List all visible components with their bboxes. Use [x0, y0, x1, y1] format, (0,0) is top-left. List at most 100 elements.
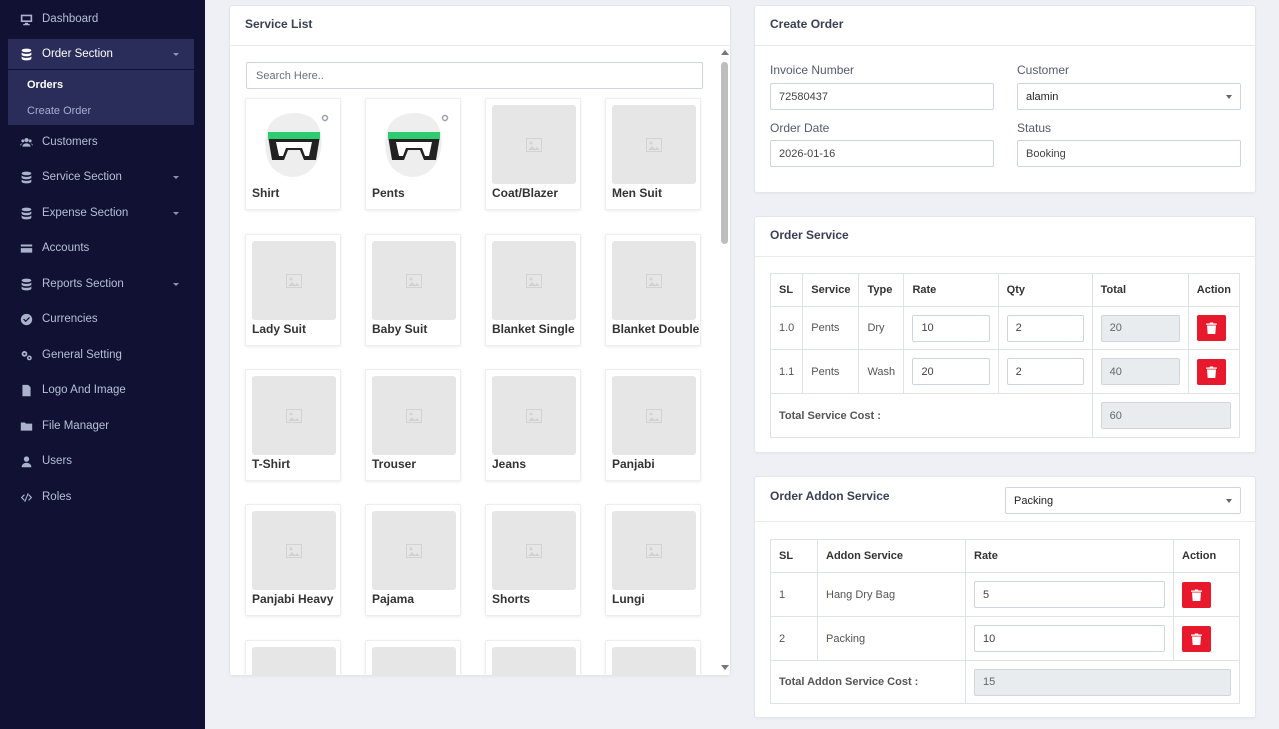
sidebar-item-roles[interactable]: Roles [8, 482, 194, 512]
scroll-thumb[interactable] [721, 62, 728, 244]
col-addon-service: Addon Service [817, 539, 966, 573]
table-header-row: SL Service Type Rate Qty Total Action [769, 273, 1241, 307]
addon-service-select[interactable]: Packing [1005, 487, 1241, 514]
submenu-item-orders[interactable]: Orders [27, 79, 63, 91]
table-row: 1.1 Pents Wash 20 2 40 [769, 349, 1241, 394]
service-name: Lungi [612, 592, 645, 606]
sidebar-item-logo-and-image[interactable]: Logo And Image [8, 375, 194, 405]
service-item[interactable]: Coat/Blazer [485, 98, 581, 210]
rate-cell: 20 [903, 349, 999, 394]
col-rate: Rate [965, 539, 1174, 573]
trash-icon [1205, 322, 1217, 334]
total-service-cost-label: Total Service Cost : [770, 393, 1093, 438]
service-item[interactable]: Jeans [485, 369, 581, 481]
status-field[interactable]: Booking [1017, 140, 1241, 167]
scroll-down-icon[interactable] [721, 665, 729, 670]
service-item[interactable] [485, 640, 581, 675]
gears-icon [18, 347, 34, 363]
service-item[interactable]: Shorts [485, 504, 581, 616]
service-item[interactable]: Lungi [605, 504, 701, 616]
order-date-field[interactable]: 2026-01-16 [770, 140, 994, 167]
service-item[interactable]: Pajama [365, 504, 461, 616]
image-placeholder-icon [612, 511, 696, 590]
delete-button[interactable] [1182, 625, 1211, 652]
service-item[interactable]: Lady Suit [245, 234, 341, 346]
sidebar-item-general-setting[interactable]: General Setting [8, 340, 194, 370]
service-name: Lady Suit [252, 322, 307, 336]
service-name: Blanket Single [492, 322, 575, 336]
addon-service-card: Order Addon Service Packing SL Addon Ser… [754, 476, 1256, 718]
image-placeholder-icon [372, 241, 456, 320]
user-icon [18, 453, 34, 469]
users-icon [18, 134, 34, 150]
image-placeholder-icon [252, 376, 336, 455]
service-name: Pajama [372, 592, 415, 606]
chevron-down-icon [172, 172, 180, 180]
sidebar-item-customers[interactable]: Customers [8, 127, 194, 157]
qty-cell: 2 [997, 306, 1093, 350]
sidebar-item-order-section[interactable]: Order Section [8, 39, 194, 69]
image-placeholder-icon [252, 647, 336, 675]
rate-input[interactable]: 10 [912, 314, 990, 342]
col-sl: SL [770, 539, 818, 573]
order-service-card: Order Service SL Service Type Rate Qty T… [754, 216, 1256, 453]
sidebar-item-currencies[interactable]: Currencies [8, 304, 194, 334]
rate-cell: 10 [903, 306, 999, 350]
delete-button[interactable] [1196, 315, 1226, 341]
search-input[interactable] [246, 62, 703, 89]
service-item[interactable]: Trouser [365, 369, 461, 481]
service-item[interactable] [245, 640, 341, 675]
image-placeholder-icon [612, 105, 696, 184]
order-service-title: Order Service [755, 217, 1255, 257]
delete-button[interactable] [1182, 581, 1211, 608]
service-item[interactable]: T-Shirt [245, 369, 341, 481]
service-list-card: Service List Shirt Pents Coat/Blazer Men Su… [229, 5, 731, 676]
submenu-item-create-order[interactable]: Create Order [27, 105, 91, 117]
service-item[interactable]: Panjabi Heavy [245, 504, 341, 616]
caret-down-icon [1226, 95, 1232, 99]
database-icon [18, 205, 34, 221]
image-placeholder-icon [492, 511, 576, 590]
rate-input[interactable]: 10 [974, 625, 1165, 652]
rate-input[interactable]: 20 [912, 358, 990, 385]
row-addon-name: Hang Dry Bag [817, 572, 966, 617]
total-row: Total Addon Service Cost : 15 [770, 660, 1240, 704]
create-order-card: Create Order Invoice Number 72580437 Cus… [754, 5, 1256, 193]
invoice-label: Invoice Number [770, 63, 855, 77]
sidebar-item-dashboard[interactable]: Dashboard [8, 4, 194, 34]
sidebar-item-reports-section[interactable]: Reports Section [8, 269, 194, 299]
customer-select[interactable]: alamin [1017, 83, 1241, 110]
service-item[interactable]: Blanket Double [605, 234, 701, 346]
qty-input[interactable]: 2 [1006, 314, 1084, 342]
sidebar-item-accounts[interactable]: Accounts [8, 233, 194, 263]
service-item[interactable]: Panjabi [605, 369, 701, 481]
service-item[interactable]: Men Suit [605, 98, 701, 210]
sidebar-item-file-manager[interactable]: File Manager [8, 411, 194, 441]
service-item[interactable] [605, 640, 701, 675]
service-item[interactable]: Blanket Single [485, 234, 581, 346]
delete-button[interactable] [1196, 358, 1226, 385]
total-cell: 40 [1091, 349, 1189, 394]
rate-cell: 10 [965, 616, 1174, 661]
service-item[interactable] [365, 640, 461, 675]
sidebar-item-users[interactable]: Users [8, 446, 194, 476]
qty-input[interactable]: 2 [1006, 358, 1084, 385]
service-item[interactable]: Shirt [245, 98, 341, 210]
service-item[interactable]: Pents [365, 98, 461, 210]
check-circle-icon [18, 311, 34, 327]
scroll-up-icon[interactable] [721, 50, 729, 55]
table-row: 1.0 Pents Dry 10 2 20 [769, 306, 1241, 350]
action-cell [1173, 572, 1240, 617]
sidebar-item-expense-section[interactable]: Expense Section [8, 198, 194, 228]
service-name: Jeans [492, 457, 527, 471]
chevron-down-icon [172, 279, 180, 287]
sidebar-item-service-section[interactable]: Service Section [8, 162, 194, 192]
rate-input[interactable]: 5 [974, 581, 1165, 608]
invoice-number-field[interactable]: 72580437 [770, 83, 994, 110]
service-item[interactable]: Baby Suit [365, 234, 461, 346]
sidebar-item-label: Dashboard [42, 13, 99, 25]
sidebar-item-label: Users [42, 455, 73, 467]
database-icon [18, 169, 34, 185]
customer-select-value: alamin [1026, 90, 1059, 103]
service-name: Shirt [252, 186, 280, 200]
